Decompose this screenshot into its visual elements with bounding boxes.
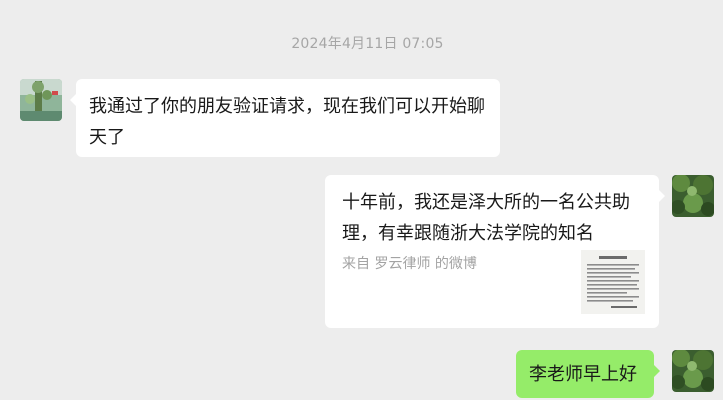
incoming-message-bubble[interactable]: 我通过了你的朋友验证请求，现在我们可以开始聊天了 (70, 79, 500, 157)
message-text: 李老师早上好 (529, 364, 637, 385)
outgoing-message-bubble[interactable]: 李老师早上好 (516, 350, 660, 398)
self-avatar-icon[interactable] (672, 350, 714, 392)
self-avatar-icon[interactable] (672, 175, 714, 217)
document-thumbnail-icon (581, 250, 645, 314)
contact-avatar-icon[interactable] (20, 79, 62, 121)
message-text: 我通过了你的朋友验证请求，现在我们可以开始聊天了 (89, 96, 485, 148)
chat-timestamp: 2024年4月11日 07:05 (291, 36, 444, 52)
link-card-title: 十年前，我还是泽大所的一名公共助理，有幸跟随浙大法学院的知名 (342, 192, 630, 244)
link-card-message[interactable]: 十年前，我还是泽大所的一名公共助理，有幸跟随浙大法学院的知名 来自 罗云律师 的… (325, 175, 665, 328)
link-card-source: 来自 罗云律师 的微博 (342, 256, 477, 272)
